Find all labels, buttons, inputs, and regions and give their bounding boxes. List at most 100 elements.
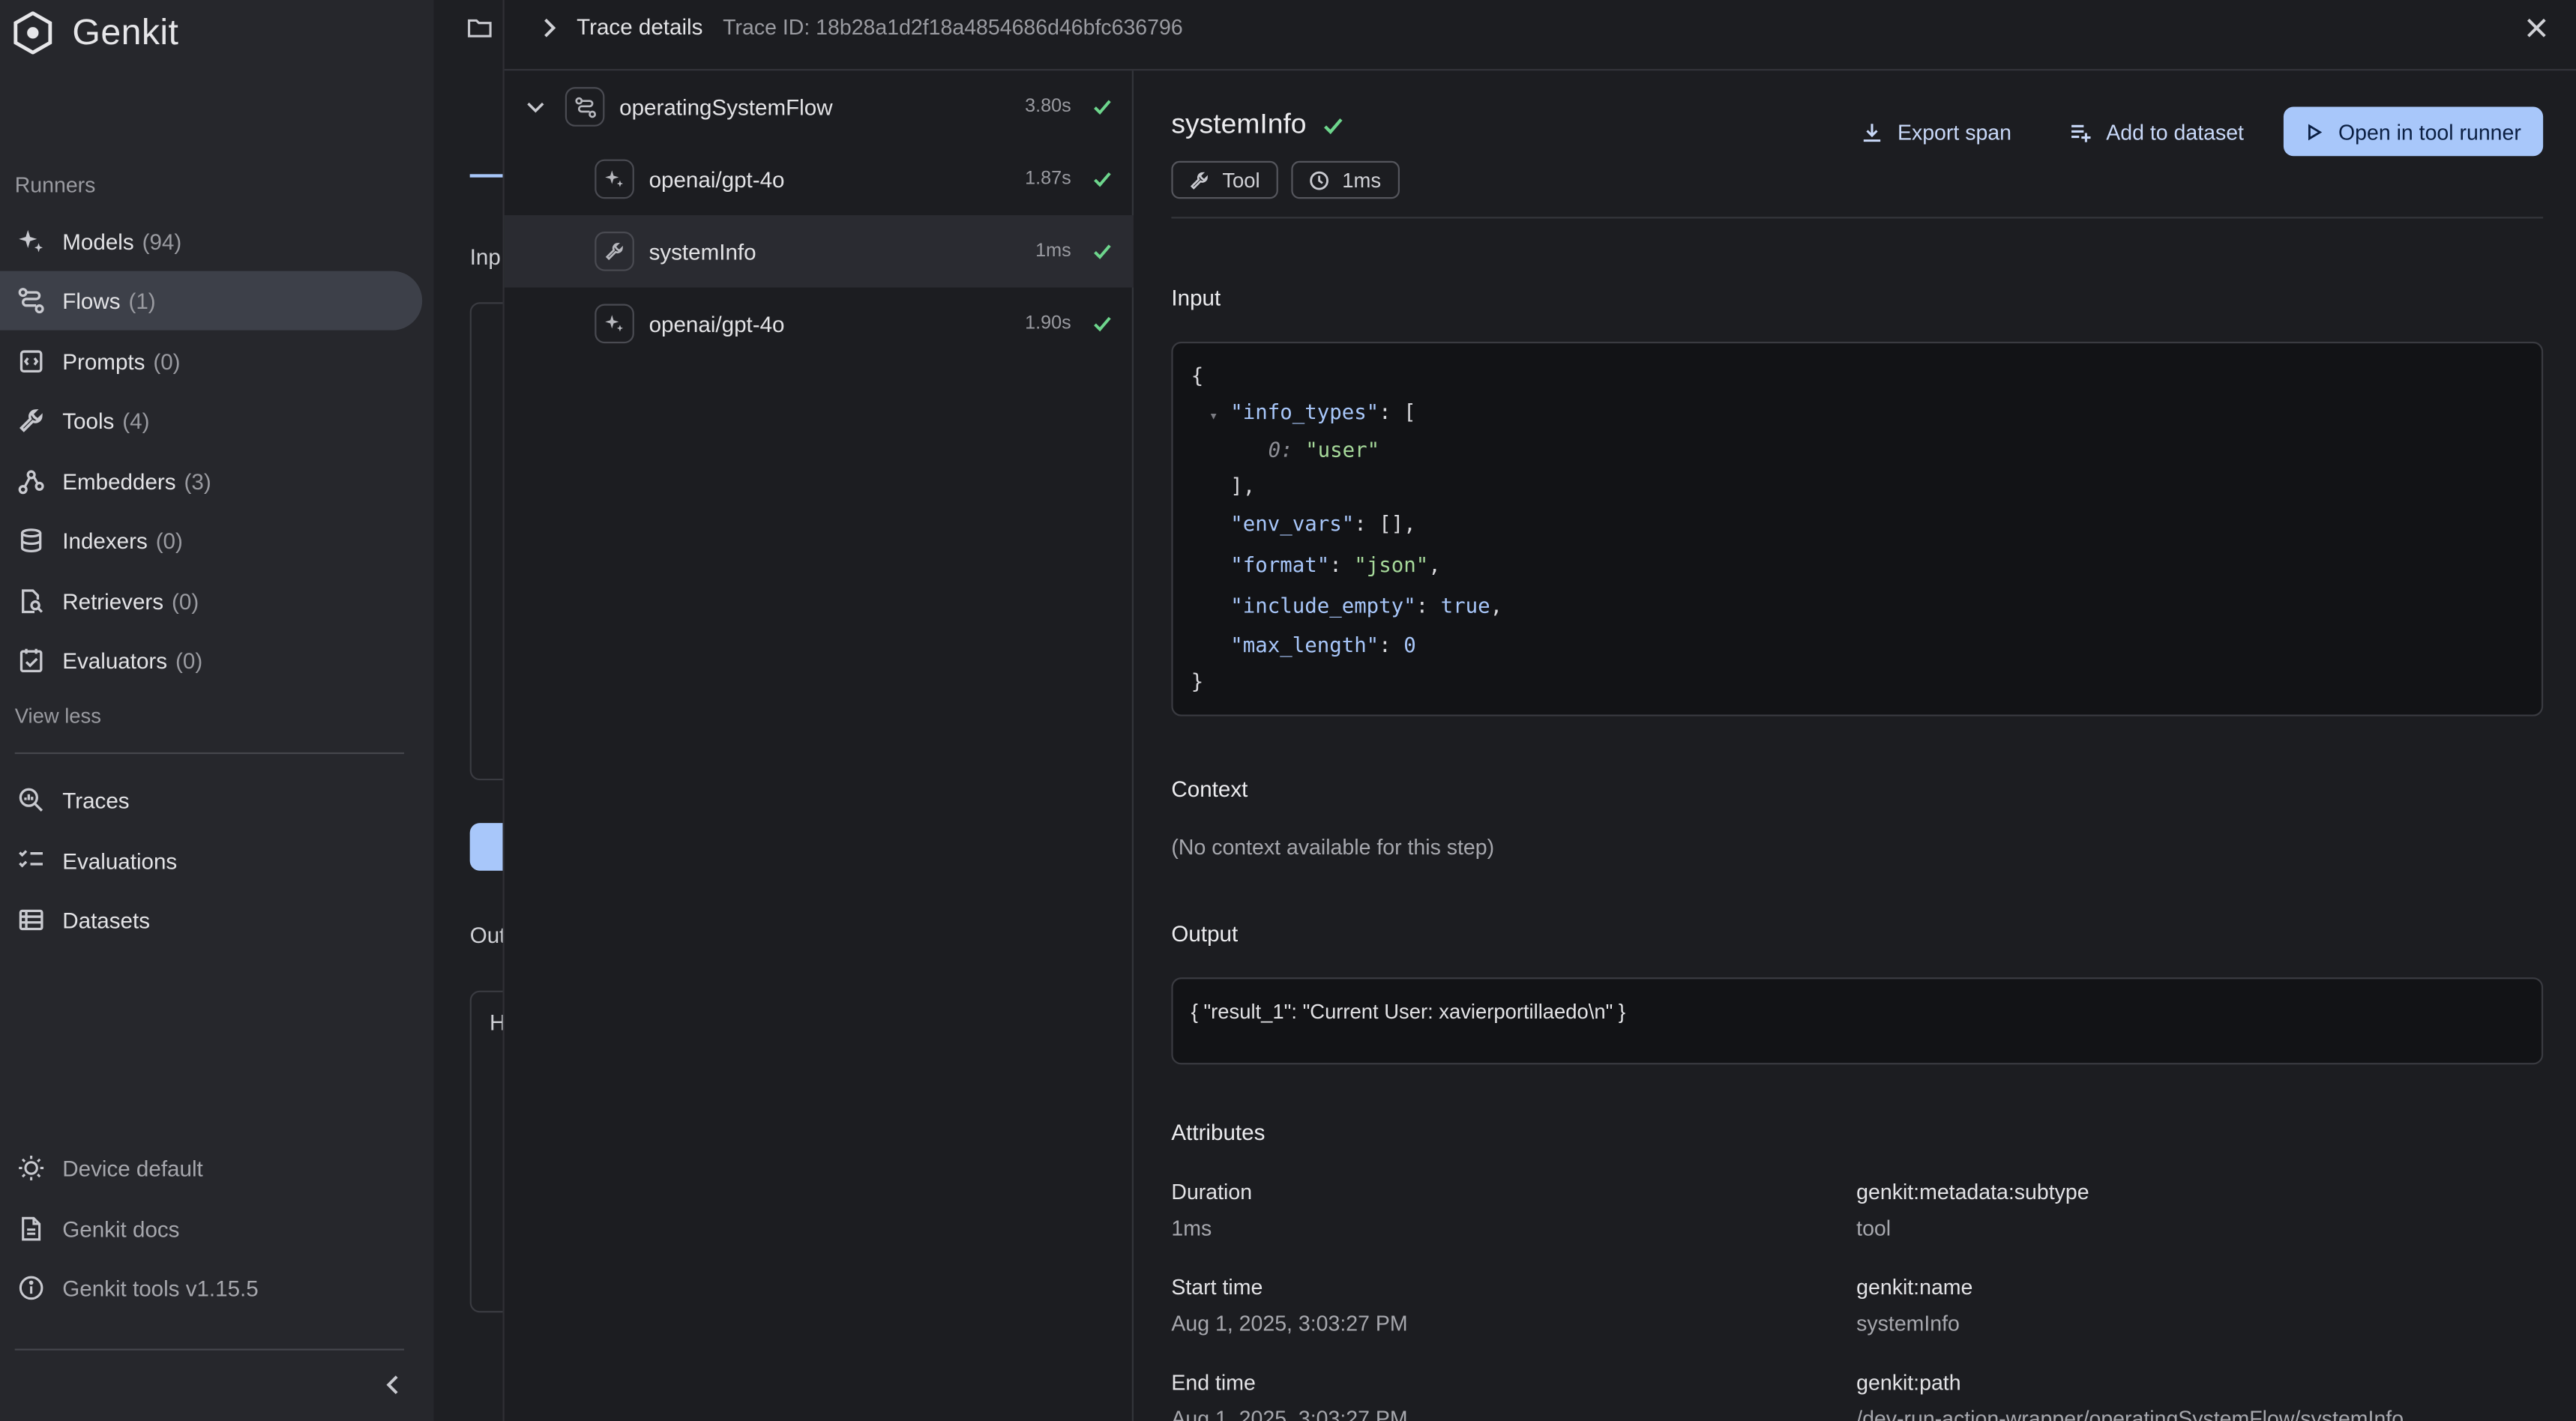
collapse-sidebar-icon[interactable]: [378, 1370, 407, 1399]
span-detail: systemInfo Tool 1ms Export span Add to d…: [1171, 70, 2544, 1421]
check-icon: [1094, 172, 1111, 187]
json-line-close-array: ],: [1230, 473, 1256, 498]
span-row-operatingSystemFlow[interactable]: operatingSystemFlow 3.80s: [505, 70, 1134, 142]
wrench-icon: [595, 232, 634, 271]
table-icon: [16, 906, 44, 934]
sidebar-item-label: Traces: [62, 788, 130, 812]
sidebar-item-retrievers[interactable]: Retrievers (0): [0, 572, 422, 631]
prompt-icon: [16, 348, 44, 375]
chevron-down-icon[interactable]: [524, 95, 547, 118]
open-in-tool-runner-button[interactable]: Open in tool runner: [2283, 106, 2544, 157]
sidebar-item-label: Datasets: [62, 908, 151, 932]
sidebar-footer-divider: [14, 1348, 405, 1351]
playlist-add-icon: [2071, 124, 2091, 142]
input-json-viewer[interactable]: { ▾ "info_types": [ 0: "user" ], "env_va…: [1171, 341, 2544, 716]
wrench-icon: [16, 406, 44, 434]
chevron-right-icon[interactable]: [535, 15, 562, 41]
embedder-icon: [16, 468, 44, 495]
genkit-logo-icon: [13, 11, 52, 55]
output-heading-fragment: Out: [469, 923, 506, 948]
sidebar-item-traces[interactable]: Traces: [0, 770, 422, 830]
sidebar-item-label: Flows: [62, 288, 121, 313]
sidebar-item-label: Tools: [62, 408, 115, 433]
context-empty-message: (No context available for this step): [1171, 834, 1495, 860]
run-button-fragment[interactable]: [469, 823, 506, 871]
flow-icon: [565, 87, 605, 127]
close-icon[interactable]: [2522, 13, 2551, 43]
sparkle-icon: [16, 228, 44, 256]
json-value: 0: [1403, 632, 1416, 657]
span-row-openai-gpt-4o-2[interactable]: openai/gpt-4o 1.90s: [505, 288, 1134, 360]
add-to-dataset-button[interactable]: Add to dataset: [2070, 106, 2244, 156]
json-line-include-empty: "include_empty": true,: [1230, 593, 1503, 618]
folder-icon[interactable]: [466, 15, 493, 41]
sidebar-item-datasets[interactable]: Datasets: [0, 890, 422, 950]
span-label: operatingSystemFlow: [619, 94, 833, 119]
view-less-link[interactable]: View less: [15, 705, 101, 728]
json-line-env-vars: "env_vars": [],: [1230, 511, 1415, 536]
export-span-button[interactable]: Export span: [1862, 106, 2011, 156]
sidebar-divider: [14, 752, 405, 755]
sidebar-item-label: Device default: [62, 1156, 203, 1180]
sidebar-item-count: (0): [172, 588, 199, 614]
runners-section-label: Runners: [14, 172, 96, 198]
json-collapse-toggle[interactable]: ▾: [1209, 401, 1218, 426]
check-icon: [1094, 316, 1111, 332]
json-value: true: [1440, 593, 1490, 618]
sidebar-item-label: Models: [62, 229, 134, 254]
span-row-systemInfo[interactable]: systemInfo 1ms: [504, 215, 1134, 288]
check-icon: [1324, 117, 1343, 134]
button-label: Export span: [1897, 118, 2011, 144]
attribute-value: Aug 1, 2025, 3:03:27 PM: [1171, 1311, 1408, 1336]
attribute-key: genkit:name: [1856, 1274, 1973, 1300]
span-tree: operatingSystemFlow 3.80s openai/gpt-4o …: [504, 70, 1134, 1421]
sidebar-item-label: Genkit tools v1.15.5: [62, 1276, 259, 1300]
panel-header: Trace details Trace ID: 18b28a1d2f18a485…: [504, 0, 2576, 71]
json-key: "env_vars": [1230, 510, 1355, 536]
active-tab-indicator: [469, 174, 506, 178]
doc-icon: [16, 1215, 44, 1243]
device-default-theme[interactable]: Device default: [0, 1138, 422, 1198]
output-heading: Output: [1171, 921, 1239, 947]
sidebar-item-prompts[interactable]: Prompts (0): [0, 332, 422, 391]
sidebar-item-models[interactable]: Models (94): [0, 212, 422, 271]
flow-runner-background: Inp Out H: [433, 0, 536, 1421]
sidebar-item-evaluations[interactable]: Evaluations: [0, 831, 422, 890]
span-duration: 1.87s: [1025, 169, 1071, 190]
json-line-max-length: "max_length": 0: [1230, 632, 1416, 657]
json-key: "format": [1230, 552, 1330, 577]
sidebar: Genkit Runners Models (94) Flows (1) Promp…: [0, 0, 434, 1421]
sidebar-item-indexers[interactable]: Indexers (0): [0, 511, 422, 570]
sidebar-item-tools[interactable]: Tools (4): [0, 391, 422, 450]
sparkle-icon: [595, 159, 634, 199]
json-key: "max_length": [1230, 632, 1379, 657]
genkit-docs-link[interactable]: Genkit docs: [0, 1199, 422, 1258]
sidebar-item-count: (0): [175, 648, 203, 673]
attribute-value: /dev-run-action-wrapper/operatingSystemF…: [1856, 1406, 2404, 1421]
span-label: openai/gpt-4o: [648, 166, 785, 192]
sidebar-item-label: Indexers: [62, 528, 148, 553]
sidebar-item-count: (1): [128, 288, 156, 313]
sidebar-item-evaluators[interactable]: Evaluators (0): [0, 631, 422, 690]
sidebar-item-label: Retrievers: [62, 588, 164, 614]
json-key: "info_types": [1230, 399, 1379, 424]
genkit-tools-version[interactable]: Genkit tools v1.15.5: [0, 1258, 422, 1318]
flow-icon: [16, 286, 44, 314]
brand[interactable]: Genkit: [13, 11, 179, 55]
wrench-icon: [1190, 171, 1208, 189]
attributes-heading: Attributes: [1171, 1120, 1266, 1145]
sidebar-item-label: Genkit docs: [62, 1216, 180, 1241]
button-label: Add to dataset: [2106, 118, 2244, 144]
sidebar-item-flows[interactable]: Flows (1): [0, 271, 423, 331]
sparkle-icon: [595, 304, 634, 344]
sidebar-item-embedders[interactable]: Embedders (3): [0, 452, 422, 511]
sidebar-item-label: Prompts: [62, 349, 145, 374]
retriever-icon: [16, 588, 44, 615]
span-row-openai-gpt-4o-1[interactable]: openai/gpt-4o 1.87s: [505, 143, 1134, 215]
output-box[interactable]: { "result_1": "Current User: xavierporti…: [1171, 977, 2544, 1065]
json-open-brace: {: [1191, 363, 1204, 388]
span-title-row: systemInfo: [1171, 109, 1344, 142]
attribute-key: genkit:path: [1856, 1370, 1961, 1395]
evaluator-icon: [16, 647, 44, 675]
detail-divider: [1171, 217, 2544, 219]
